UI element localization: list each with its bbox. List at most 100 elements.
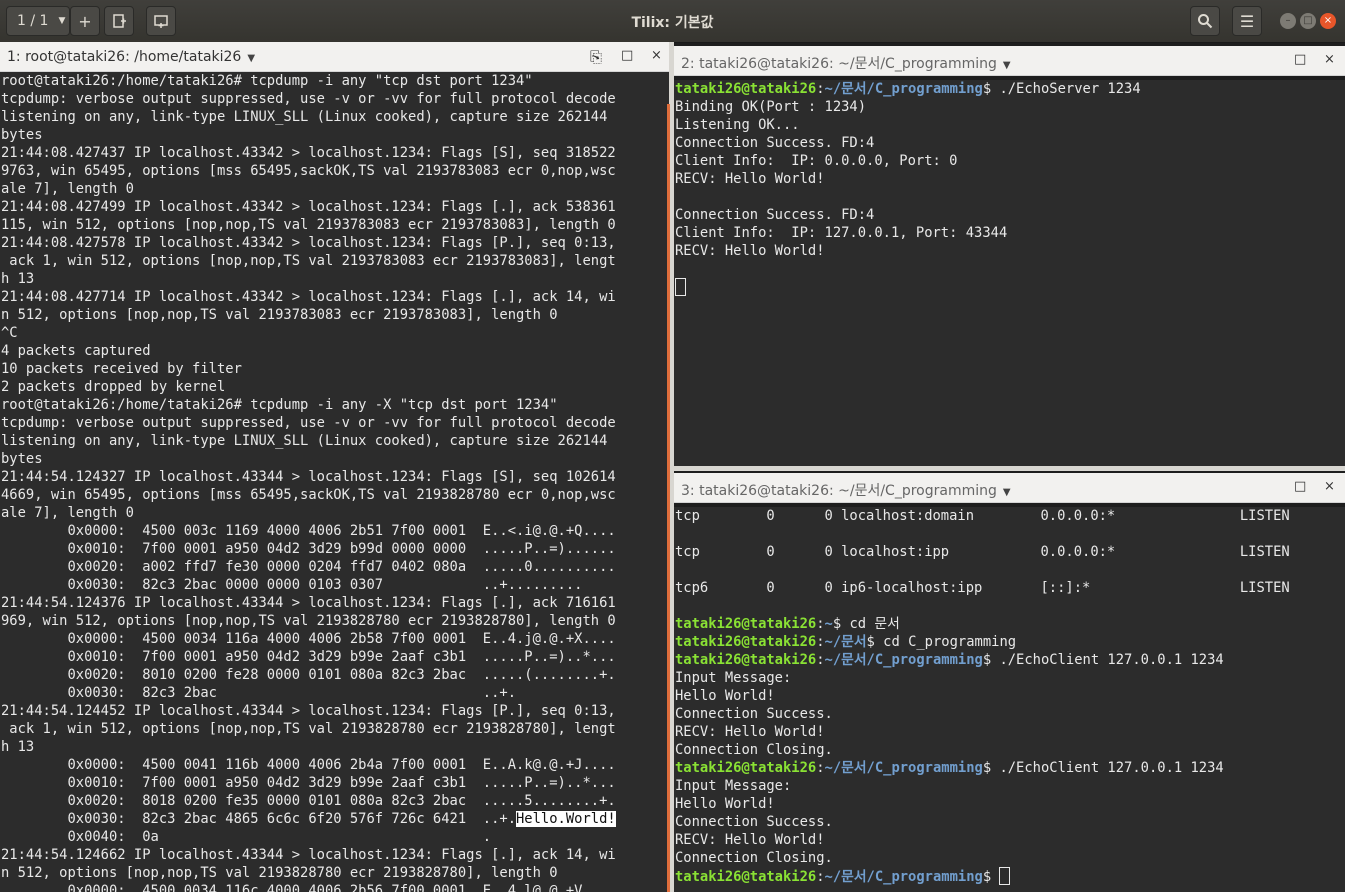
terminal-line-text: 21:44:08.427578 IP localhost.43342 > loc…: [1, 235, 616, 251]
pane-3-maximize-button[interactable]: □: [1294, 479, 1306, 494]
prompt-separator: :: [816, 634, 825, 650]
prompt-line: tataki26@tataki26:~/문서/C_programming$ ./…: [675, 651, 1345, 669]
terminal-line: 21:44:54.124376 IP localhost.43344 > loc…: [1, 594, 669, 612]
prompt-line: tataki26@tataki26:~/문서$ cd C_programming: [675, 633, 1345, 651]
scrollbar-indicator[interactable]: [667, 104, 670, 892]
pane-3-title[interactable]: 3: tataki26@tataki26: ~/문서/C_programming…: [681, 480, 1011, 500]
terminal-line-text: RECV: Hello World!: [675, 724, 825, 740]
pane-2-close-button[interactable]: ×: [1324, 52, 1335, 67]
terminal-line: tcpdump: verbose output suppressed, use …: [1, 90, 669, 108]
maximize-button[interactable]: □: [1300, 13, 1316, 29]
terminal-line-text: n 512, options [nop,nop,TS val 219378308…: [1, 307, 558, 323]
terminal-2-output[interactable]: tataki26@tataki26:~/문서/C_programming$ ./…: [674, 80, 1345, 466]
terminal-3-output[interactable]: tcp 0 0 localhost:domain 0.0.0.0:* LISTE…: [674, 507, 1345, 892]
terminal-line: ack 1, win 512, options [nop,nop,TS val …: [1, 252, 669, 270]
pane-3-close-button[interactable]: ×: [1324, 479, 1335, 494]
terminal-line: Connection Success. FD:4: [675, 206, 1345, 224]
terminal-line: ^C: [1, 324, 669, 342]
search-button[interactable]: [1190, 6, 1220, 36]
terminal-line: 21:44:54.124452 IP localhost.43344 > loc…: [1, 702, 669, 720]
terminal-pane-3[interactable]: 3: tataki26@tataki26: ~/문서/C_programming…: [674, 473, 1345, 892]
terminal-line: bytes: [1, 126, 669, 144]
terminal-line-text: Client Info: IP: 127.0.0.1, Port: 43344: [675, 225, 1008, 241]
pane-1-close-button[interactable]: ×: [651, 48, 662, 63]
terminal-line: Input Message:: [675, 669, 1345, 687]
terminal-line: 21:44:54.124327 IP localhost.43344 > loc…: [1, 468, 669, 486]
pane-2-title[interactable]: 2: tataki26@tataki26: ~/문서/C_programming…: [681, 53, 1011, 73]
terminal-line: 21:44:54.124662 IP localhost.43344 > loc…: [1, 846, 669, 864]
command-text: ./EchoClient 127.0.0.1 1234: [991, 652, 1224, 668]
pane-1-maximize-button[interactable]: □: [621, 48, 633, 63]
terminal-line-text: listening on any, link-type LINUX_SLL (L…: [1, 109, 608, 125]
terminal-line: 21:44:08.427499 IP localhost.43342 > loc…: [1, 198, 669, 216]
close-icon: ×: [651, 48, 662, 63]
prompt-path: ~/문서/C_programming: [824, 81, 983, 97]
terminal-line: 0x0010: 7f00 0001 a950 04d2 3d29 b99e 2a…: [1, 648, 669, 666]
prompt-path: ~/문서: [824, 634, 867, 650]
terminal-line: RECV: Hello World!: [675, 723, 1345, 741]
terminal-line-text: ale 7], length 0: [1, 181, 134, 197]
prompt-separator: :: [816, 81, 825, 97]
chevron-down-icon: ▼: [1002, 487, 1011, 498]
netstat-line: [675, 561, 1345, 579]
terminal-line-text: listening on any, link-type LINUX_SLL (L…: [1, 433, 608, 449]
terminal-line: 0x0000: 4500 003c 1169 4000 4006 2b51 7f…: [1, 522, 669, 540]
prompt-user: tataki26@tataki26: [675, 81, 817, 97]
prompt-line: tataki26@tataki26:~/문서/C_programming$ ./…: [675, 759, 1345, 777]
selected-text: Hello.World!: [516, 811, 616, 827]
terminal-line-text: 0x0000: 4500 0034 116a 4000 4006 2b58 7f…: [1, 631, 616, 647]
maximize-icon: □: [1294, 479, 1307, 494]
netstat-line: [675, 525, 1345, 543]
close-window-button[interactable]: ×: [1320, 13, 1336, 29]
terminal-line-text: 0x0000: 4500 0041 116b 4000 4006 2b4a 7f…: [1, 757, 616, 773]
terminal-line: RECV: Hello World!: [675, 831, 1345, 849]
prompt-user: tataki26@tataki26: [675, 616, 817, 632]
command-text: ./EchoServer 1234: [991, 81, 1141, 97]
terminal-line: Hello World!: [675, 687, 1345, 705]
terminal-pane-1[interactable]: 1: root@tataki26: /home/tataki26 ▼ ⎘ □ × …: [0, 42, 669, 892]
chevron-down-icon: ▼: [1002, 60, 1011, 71]
terminal-line: Client Info: IP: 0.0.0.0, Port: 0: [675, 152, 1345, 170]
terminal-line-text: bytes: [1, 127, 43, 143]
maximize-icon: □: [621, 48, 634, 63]
terminal-line-text: Input Message:: [675, 670, 792, 686]
terminal-line-text: 0x0020: 8018 0200 fe35 0000 0101 080a 82…: [1, 793, 616, 809]
terminal-line-text: 0x0000: 4500 0034 116c 4000 4006 2b56 7f…: [1, 883, 616, 892]
terminal-line: h 13: [1, 738, 669, 756]
prompt-line: tataki26@tataki26:~/문서/C_programming$ ./…: [675, 80, 1345, 98]
terminal-pane-2[interactable]: 2: tataki26@tataki26: ~/문서/C_programming…: [674, 46, 1345, 466]
terminal-line-text: 21:44:08.427499 IP localhost.43342 > loc…: [1, 199, 616, 215]
terminal-line: Connection Success.: [675, 705, 1345, 723]
terminal-line: 21:44:08.427437 IP localhost.43342 > loc…: [1, 144, 669, 162]
terminal-line: Client Info: IP: 127.0.0.1, Port: 43344: [675, 224, 1345, 242]
horizontal-splitter[interactable]: [674, 466, 1345, 471]
terminal-line: 4 packets captured: [1, 342, 669, 360]
terminal-line: 0x0010: 7f00 0001 a950 04d2 3d29 b99d 00…: [1, 540, 669, 558]
menu-button[interactable]: ☰: [1232, 6, 1262, 36]
terminal-line-text: 0x0000: 4500 003c 1169 4000 4006 2b51 7f…: [1, 523, 616, 539]
minimize-button[interactable]: –: [1280, 13, 1296, 29]
read-only-toggle-button[interactable]: ⎘: [590, 48, 602, 66]
terminal-line: RECV: Hello World!: [675, 242, 1345, 260]
terminal-line-text: 0x0010: 7f00 0001 a950 04d2 3d29 b99e 2a…: [1, 775, 616, 791]
terminal-line-text: ack 1, win 512, options [nop,nop,TS val …: [1, 253, 616, 269]
terminal-line-text: 0x0020: a002 ffd7 fe30 0000 0204 ffd7 04…: [1, 559, 616, 575]
pen-icon: ⎘: [590, 48, 603, 66]
terminal-line-text: RECV: Hello World!: [675, 171, 825, 187]
terminal-line-text: tcpdump: verbose output suppressed, use …: [1, 91, 616, 107]
terminal-line: 21:44:08.427578 IP localhost.43342 > loc…: [1, 234, 669, 252]
pane-1-title[interactable]: 1: root@tataki26: /home/tataki26 ▼: [7, 49, 255, 65]
terminal-1-output[interactable]: root@tataki26:/home/tataki26# tcpdump -i…: [0, 72, 669, 892]
terminal-line-text: Connection Closing.: [675, 850, 833, 866]
terminal-line-text: Connection Closing.: [675, 742, 833, 758]
terminal-line-text: Listening OK...: [675, 117, 800, 133]
terminal-line: ale 7], length 0: [1, 180, 669, 198]
terminal-line: 0x0030: 82c3 2bac ..+.: [1, 684, 669, 702]
terminal-line: h 13: [1, 270, 669, 288]
pane-2-maximize-button[interactable]: □: [1294, 52, 1306, 67]
prompt-separator: :: [816, 869, 825, 885]
netstat-text: tcp 0 0 localhost:ipp 0.0.0.0:* LISTEN: [675, 544, 1290, 560]
